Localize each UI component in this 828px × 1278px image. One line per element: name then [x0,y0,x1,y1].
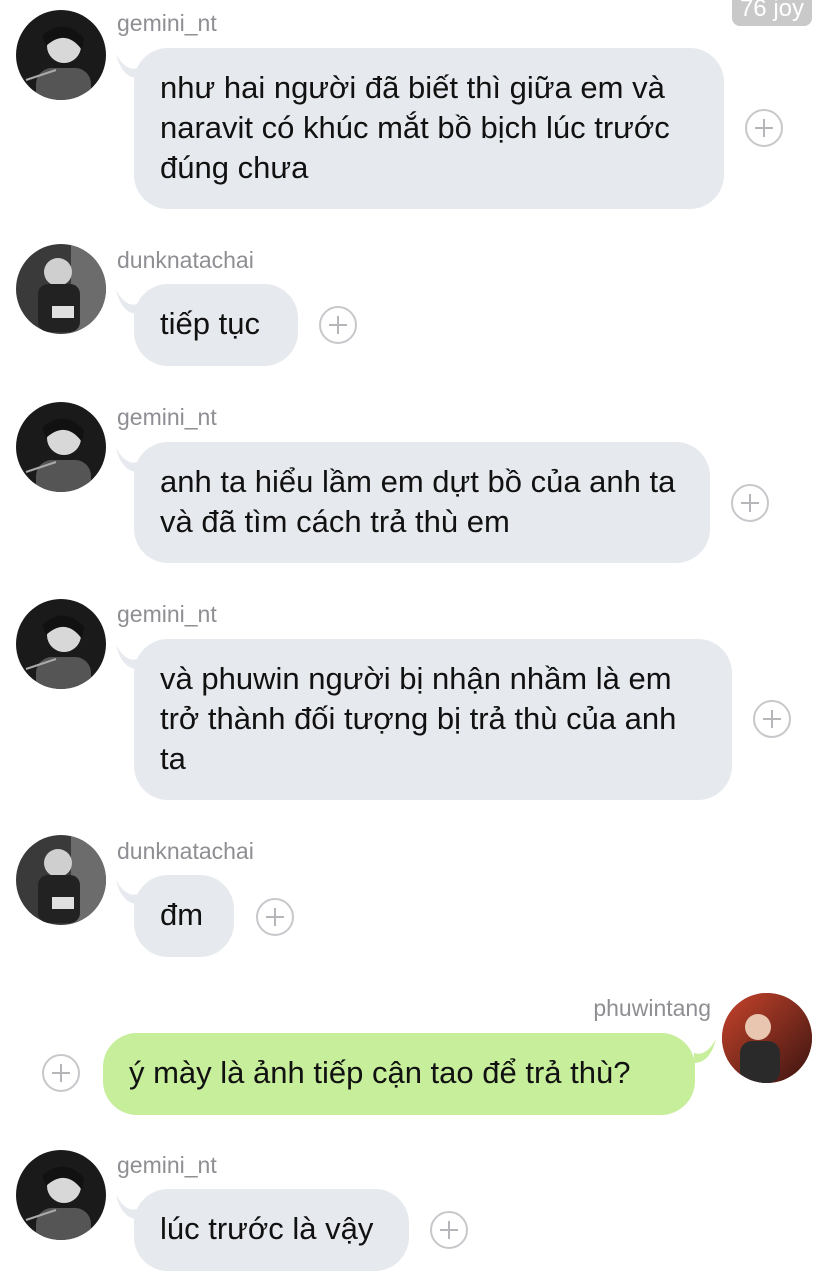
avatar-dunknatachai[interactable] [16,244,106,334]
username: gemini_nt [117,1152,217,1178]
plus-circle-icon[interactable] [42,1054,80,1092]
username: dunknatachai [117,838,254,864]
avatar-gemini-nt[interactable] [16,1150,106,1240]
username: phuwintang [593,995,711,1021]
plus-circle-icon[interactable] [731,484,769,522]
bubble-tail [694,1039,716,1063]
avatar-gemini-nt[interactable] [16,10,106,100]
plus-circle-icon[interactable] [256,898,294,936]
message-bubble[interactable]: anh ta hiểu lầm em dựt bồ của anh ta và … [134,442,710,563]
top-counter-badge: 76 joy [731,0,812,26]
username: gemini_nt [117,404,217,430]
avatar-gemini-nt[interactable] [16,599,106,689]
username: dunknatachai [117,247,254,273]
message-bubble[interactable]: như hai người đã biết thì giữa em và nar… [134,48,724,209]
message-bubble[interactable]: lúc trước là vậy [134,1189,409,1271]
plus-circle-icon[interactable] [319,306,357,344]
username: gemini_nt [117,10,217,36]
plus-circle-icon[interactable] [745,109,783,147]
plus-circle-icon[interactable] [430,1211,468,1249]
message-bubble[interactable]: ý mày là ảnh tiếp cận tao để trả thù? [103,1033,695,1115]
avatar-phuwintang[interactable] [722,993,812,1083]
username: gemini_nt [117,601,217,627]
message-bubble[interactable]: đm [134,875,234,957]
message-bubble[interactable]: tiếp tục [134,284,298,366]
message-bubble[interactable]: và phuwin người bị nhận nhầm là em trở t… [134,639,732,800]
avatar-dunknatachai[interactable] [16,835,106,925]
plus-circle-icon[interactable] [753,700,791,738]
avatar-gemini-nt[interactable] [16,402,106,492]
